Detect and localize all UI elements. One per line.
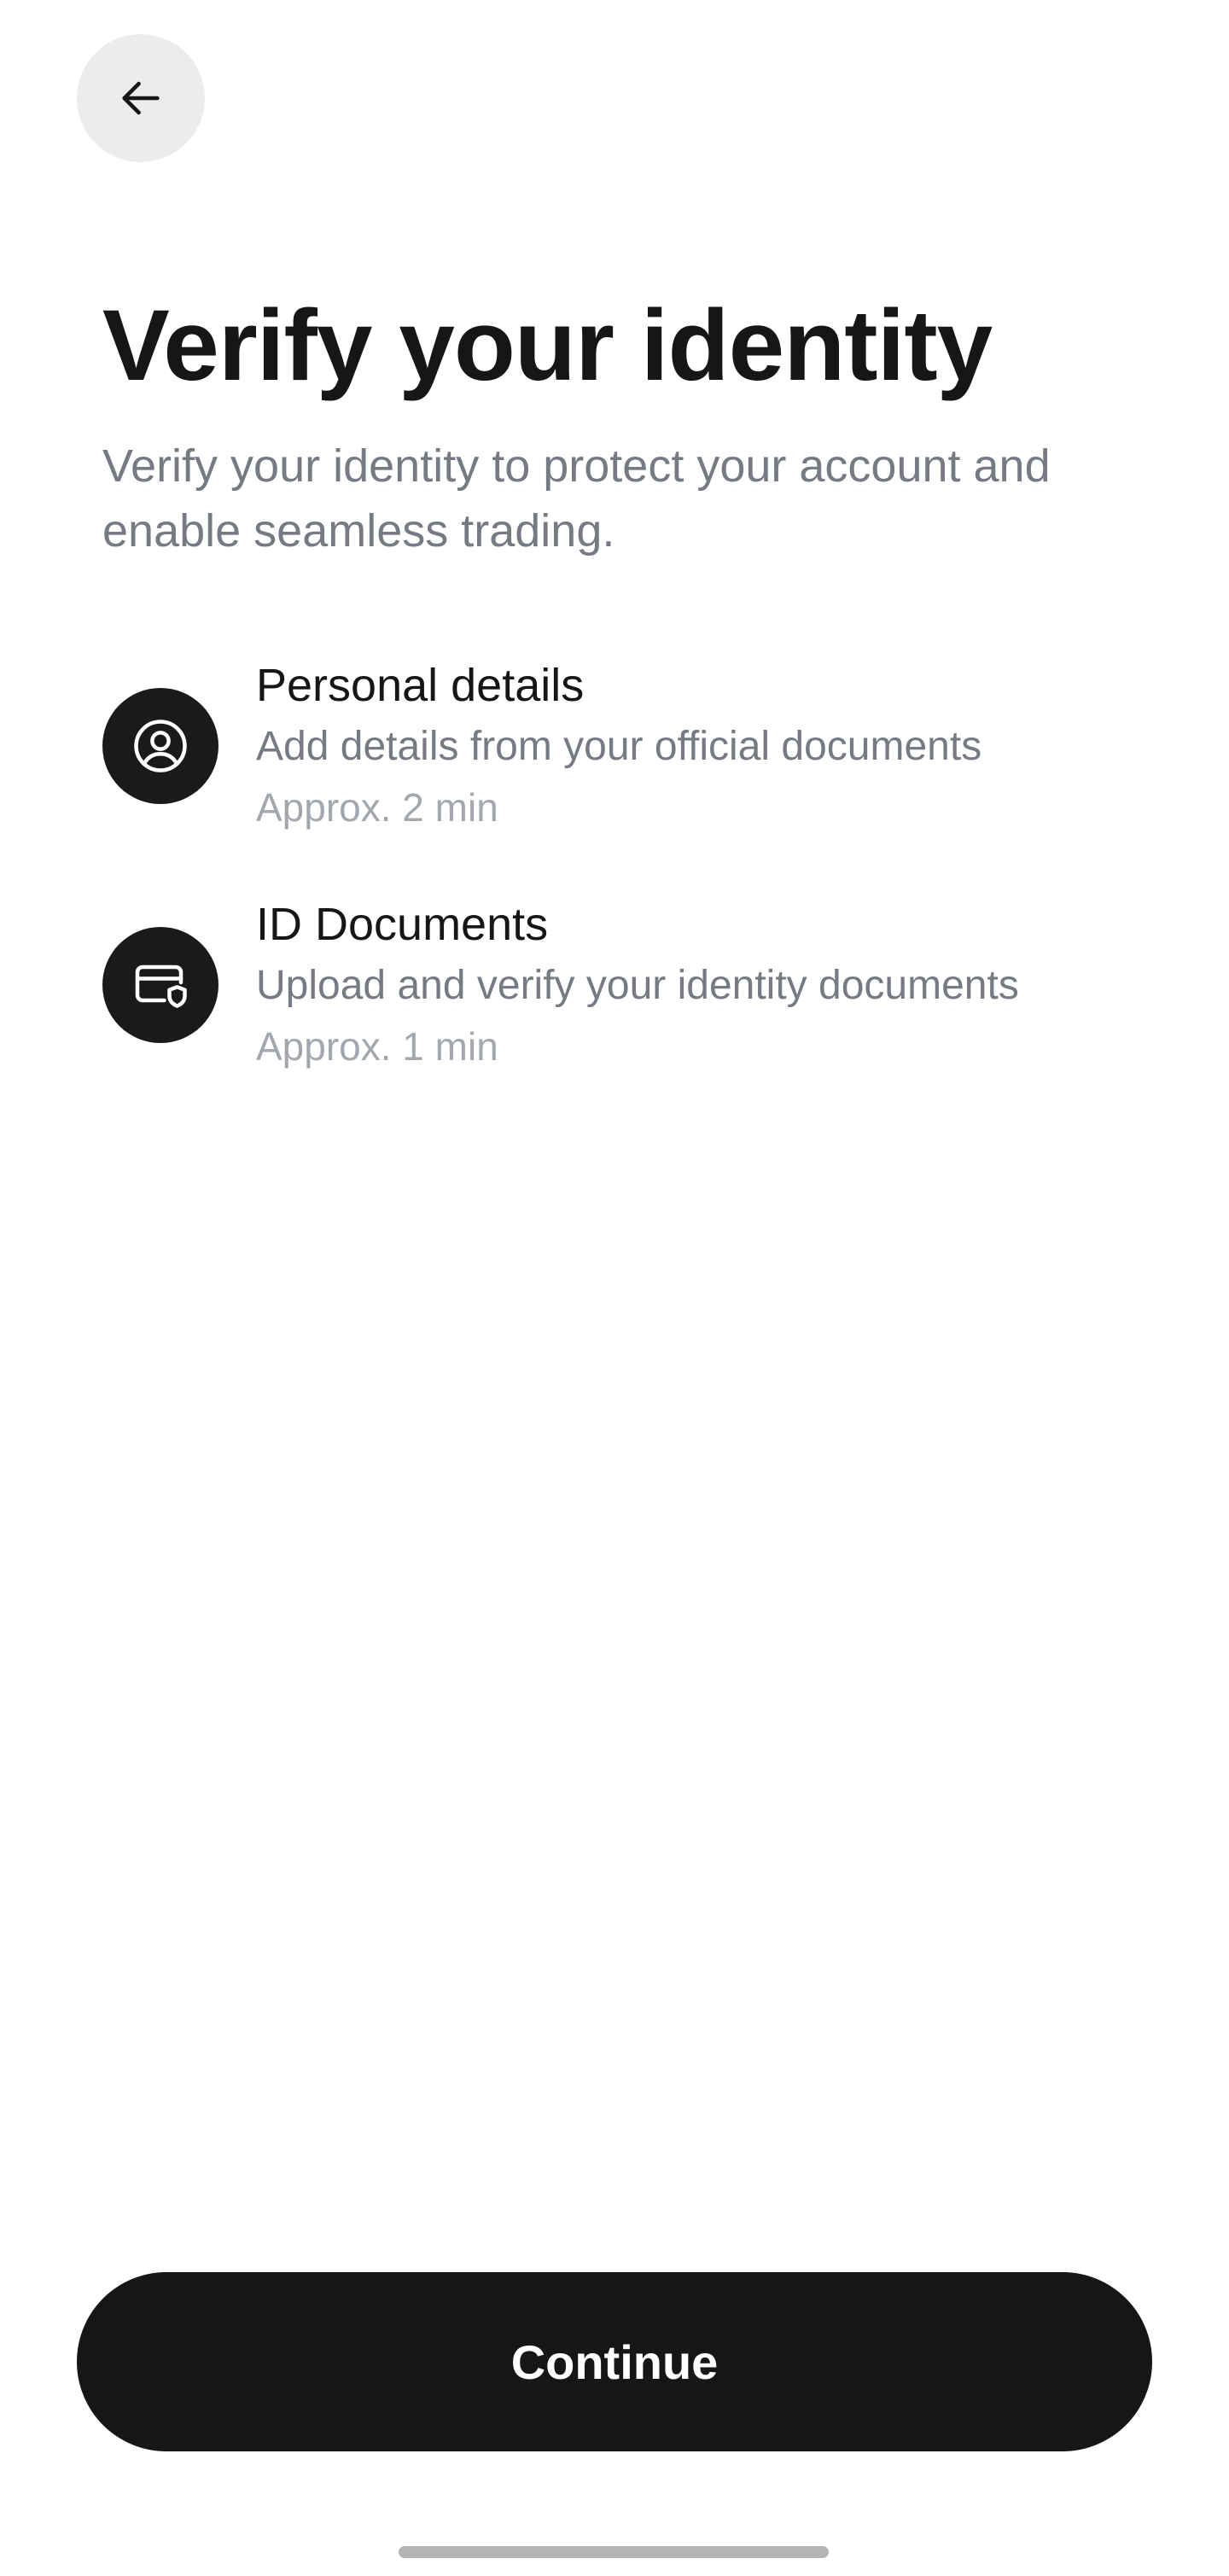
continue-button[interactable]: Continue	[77, 2272, 1152, 2451]
step-personal-details: Personal details Add details from your o…	[102, 657, 1144, 830]
back-button[interactable]	[77, 34, 205, 162]
step-title: ID Documents	[256, 899, 549, 950]
page-title: Verify your identity	[102, 289, 993, 402]
step-id-documents: ID Documents Upload and verify your iden…	[102, 896, 1144, 1069]
card-shield-icon	[102, 927, 218, 1043]
page-subtitle: Verify your identity to protect your acc…	[102, 440, 1051, 557]
step-duration: Approx. 1 min	[256, 1024, 498, 1069]
home-indicator	[399, 2546, 829, 2558]
step-description: Add details from your official documents	[256, 724, 982, 769]
user-circle-icon	[102, 688, 218, 804]
arrow-left-icon	[116, 73, 166, 123]
step-description: Upload and verify your identity document…	[256, 963, 1019, 1008]
step-duration: Approx. 2 min	[256, 785, 498, 830]
step-title: Personal details	[256, 660, 585, 711]
